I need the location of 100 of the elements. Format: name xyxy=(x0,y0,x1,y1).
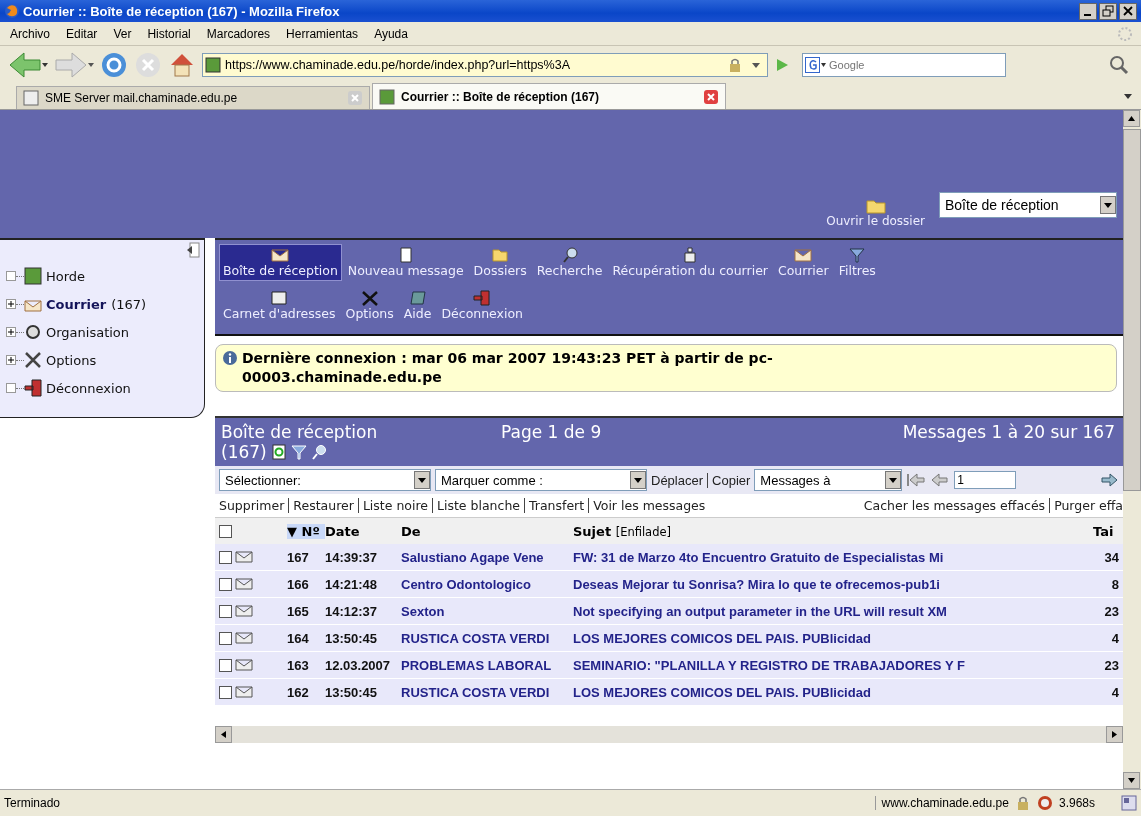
subject-link[interactable]: LOS MEJORES COMICOS DEL PAIS. PUBlicidad xyxy=(573,630,871,646)
subject-link[interactable]: SEMINARIO: "PLANILLA Y REGISTRO DE TRABAJADORES Y F xyxy=(573,657,965,673)
expand-toggle-icon[interactable] xyxy=(6,355,16,365)
table-cell: 4 xyxy=(1111,684,1119,700)
browser-tab[interactable]: Courrier :: Boîte de réception (167) xyxy=(372,83,726,109)
sender-link[interactable]: RUSTICA COSTA VERDI xyxy=(401,630,550,646)
address-card-icon xyxy=(269,290,290,306)
target-folder-dropdown[interactable]: Messages à xyxy=(754,469,903,491)
funnel-icon[interactable] xyxy=(290,444,307,460)
exit-door-icon xyxy=(24,379,42,397)
subject-link[interactable]: Not specifying an output parameter in the URL will result XM xyxy=(573,603,947,619)
column-header[interactable]: Sujet xyxy=(573,523,612,539)
select-all-checkbox[interactable] xyxy=(219,524,232,538)
menu-item[interactable]: Historial xyxy=(139,26,199,41)
toolbar-button[interactable]: Recherche xyxy=(532,244,607,281)
sidebar-item[interactable]: Déconnexion xyxy=(46,380,131,396)
sender-link[interactable]: Sexton xyxy=(401,603,445,619)
sender-link[interactable]: PROBLEMAS LABORAL xyxy=(401,657,552,673)
action-link[interactable]: Voir les messages xyxy=(588,498,706,513)
copy-link[interactable]: Copier xyxy=(707,472,751,488)
scroll-right-icon[interactable] xyxy=(1106,726,1123,743)
menu-item[interactable]: Herramientas xyxy=(278,26,367,41)
expand-toggle-icon[interactable] xyxy=(6,327,16,337)
thread-view-link[interactable]: [Enfilade] xyxy=(615,524,672,539)
restore-button[interactable] xyxy=(1099,2,1117,20)
row-checkbox[interactable] xyxy=(219,685,232,699)
caret-icon xyxy=(885,471,902,489)
toolbar-button[interactable]: Carnet d'adresses xyxy=(219,287,340,324)
browser-tab[interactable]: SME Server mail.chaminade.edu.pe xyxy=(16,86,370,109)
row-checkbox[interactable] xyxy=(219,604,232,618)
envelope-icon xyxy=(793,247,814,263)
toolbar-button[interactable]: Aide xyxy=(399,287,436,324)
column-header[interactable]: De xyxy=(401,523,573,539)
previous-page-icon[interactable] xyxy=(930,472,951,488)
next-page-icon[interactable] xyxy=(1099,472,1119,488)
sidebar-item[interactable]: Organisation xyxy=(46,324,130,340)
sender-link[interactable]: Salustiano Agape Vene xyxy=(401,549,544,565)
refresh-icon[interactable] xyxy=(270,444,287,460)
minimize-button[interactable] xyxy=(1079,2,1097,20)
menu-item[interactable]: Ver xyxy=(105,26,140,41)
site-icon xyxy=(23,90,39,106)
collapse-sidebar-icon[interactable] xyxy=(186,242,200,258)
action-link[interactable]: Transfert xyxy=(524,498,585,513)
sidebar-item[interactable]: Courrier xyxy=(46,296,107,312)
toolbar-button[interactable]: Nouveau message xyxy=(343,244,468,281)
menu-item[interactable]: Archivo xyxy=(2,26,58,41)
open-folder-link[interactable]: Ouvrir le dossier xyxy=(826,214,925,228)
column-header[interactable]: ▼ Nº xyxy=(287,523,325,539)
select-dropdown[interactable]: Sélectionner: xyxy=(219,469,431,491)
toolbar-button[interactable]: Déconnexion xyxy=(437,287,528,324)
reload-icon[interactable] xyxy=(100,50,128,79)
sidebar-item[interactable]: Horde xyxy=(46,268,86,284)
last-login-text: Dernière connexion : mar 06 mar 2007 19:43:23 PET à partir de pc-00003.chaminade.edu.pe xyxy=(242,349,774,387)
scroll-down-icon[interactable] xyxy=(1123,772,1140,789)
row-checkbox[interactable] xyxy=(219,631,232,645)
toolbar-button[interactable]: Options xyxy=(341,287,398,324)
menu-item[interactable]: Editar xyxy=(58,26,106,41)
action-link[interactable]: Restaurer xyxy=(288,498,354,513)
sender-link[interactable]: Centro Odontologico xyxy=(401,576,531,592)
sidebar-item[interactable]: Options xyxy=(46,352,97,368)
tab-list-caret-icon[interactable] xyxy=(1123,91,1133,101)
action-link[interactable]: Cacher les messages effacés xyxy=(863,498,1046,513)
move-link[interactable]: Déplacer xyxy=(651,472,704,488)
envelope-icon xyxy=(235,605,253,617)
page-number-field[interactable]: 1 xyxy=(954,471,1017,489)
subject-link[interactable]: FW: 31 de Marzo 4to Encuentro Gratuito de Especialistas Mi xyxy=(573,549,944,565)
subject-link[interactable]: Deseas Mejorar tu Sonrisa? Mira lo que te ofrecemos-pub1i xyxy=(573,576,940,592)
scroll-left-icon[interactable] xyxy=(215,726,232,743)
back-arrow-icon[interactable] xyxy=(8,50,48,79)
expand-toggle-icon[interactable] xyxy=(6,299,16,309)
mark-as-dropdown[interactable]: Marquer comme : xyxy=(435,469,647,491)
row-checkbox[interactable] xyxy=(219,658,232,672)
search-field[interactable]: Google xyxy=(802,52,1006,77)
menu-item[interactable]: Ayuda xyxy=(366,26,416,41)
envelope-icon xyxy=(235,686,253,698)
close-button[interactable] xyxy=(1119,2,1137,20)
toolbar-button[interactable]: Filtres xyxy=(834,244,880,281)
scroll-up-icon[interactable] xyxy=(1123,110,1140,127)
action-link[interactable]: Supprimer xyxy=(219,498,285,513)
column-header[interactable]: Tai xyxy=(1093,523,1123,539)
action-link[interactable]: Liste noire xyxy=(357,498,428,513)
toolbar-button[interactable]: Boîte de réception xyxy=(219,244,342,281)
menu-item[interactable]: Marcadores xyxy=(198,26,279,41)
row-checkbox[interactable] xyxy=(219,550,232,564)
row-checkbox[interactable] xyxy=(219,577,232,591)
vertical-scrollbar[interactable] xyxy=(1123,110,1141,789)
first-page-icon[interactable] xyxy=(906,472,927,488)
toolbar-button[interactable]: Dossiers xyxy=(469,244,531,281)
search-engine-icon[interactable] xyxy=(805,56,827,73)
toolbar-button[interactable]: Récupération du courrier xyxy=(608,244,772,281)
column-header[interactable]: Date xyxy=(325,523,401,539)
search-icon[interactable] xyxy=(310,444,327,460)
toolbar-button[interactable]: Courrier xyxy=(774,244,833,281)
horizontal-scrollbar[interactable] xyxy=(215,726,1123,743)
subject-link[interactable]: LOS MEJORES COMICOS DEL PAIS. PUBlicidad xyxy=(573,684,871,700)
address-bar[interactable]: https://www.chaminade.edu.pe/horde/index.php?url=https%3A xyxy=(202,52,768,77)
folder-select[interactable]: Boîte de réception xyxy=(939,192,1117,218)
action-link[interactable]: Liste blanche xyxy=(432,498,520,513)
close-tab-icon[interactable] xyxy=(703,88,719,105)
sender-link[interactable]: RUSTICA COSTA VERDI xyxy=(401,684,550,700)
